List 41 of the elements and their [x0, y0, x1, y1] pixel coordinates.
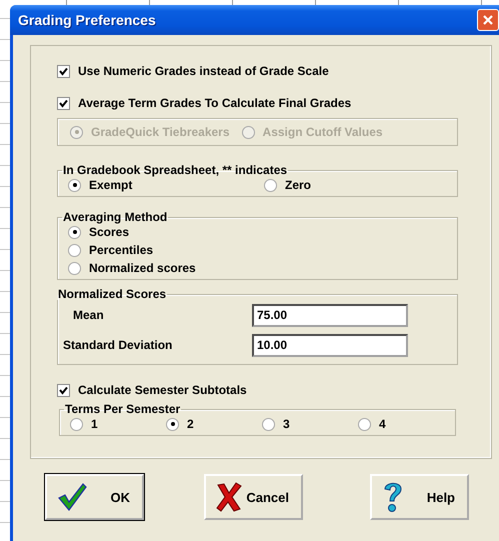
radio-option[interactable]: Normalized scores: [68, 259, 447, 277]
close-button[interactable]: [477, 9, 499, 31]
checkbox[interactable]: [57, 384, 70, 396]
ok-button[interactable]: OK: [45, 474, 144, 520]
radio-circle[interactable]: [166, 418, 179, 430]
radio-circle[interactable]: [68, 262, 81, 274]
radio-circle[interactable]: [264, 178, 277, 192]
checkbox[interactable]: [57, 64, 70, 78]
group-title: Averaging Method: [62, 211, 168, 223]
window-title: Grading Preferences: [18, 12, 156, 28]
group-title: In Gradebook Spreadsheet, ** indicates: [62, 164, 288, 176]
group-title: Normalized Scores: [57, 288, 168, 300]
help-button[interactable]: Help: [370, 474, 469, 520]
radio-circle[interactable]: [68, 244, 81, 256]
radio-circle[interactable]: [68, 178, 81, 192]
close-icon: [482, 14, 494, 26]
checkbox-option[interactable]: Average Term Grades To Calculate Final Grades: [57, 94, 491, 112]
question-mark-icon: [382, 480, 404, 514]
checkbox[interactable]: [57, 96, 70, 110]
radio-option[interactable]: Zero: [264, 176, 312, 194]
checkbox-option[interactable]: Use Numeric Grades instead of Grade Scale: [57, 62, 491, 80]
radio-circle[interactable]: [358, 418, 371, 430]
radio-option[interactable]: 4: [358, 415, 386, 433]
radio-option[interactable]: 2: [166, 415, 262, 433]
group-title: Terms Per Semester: [64, 403, 182, 415]
radio-option[interactable]: Scores: [68, 223, 447, 241]
cancel-button[interactable]: Cancel: [204, 474, 303, 520]
field-label: Standard Deviation: [63, 338, 174, 352]
check-icon: [57, 482, 87, 512]
number-field[interactable]: 10.00: [252, 334, 408, 356]
field-label: Mean: [72, 308, 105, 322]
number-field[interactable]: 75.00: [252, 304, 408, 326]
x-icon: [216, 482, 242, 512]
radio-circle[interactable]: [262, 418, 275, 430]
radio-option[interactable]: Percentiles: [68, 241, 447, 259]
checkbox-option[interactable]: Calculate Semester Subtotals: [57, 381, 491, 399]
radio-circle[interactable]: [68, 226, 81, 238]
radio-option[interactable]: 3: [262, 415, 358, 433]
radio-circle[interactable]: [70, 418, 83, 430]
radio-option[interactable]: Exempt: [68, 176, 264, 194]
radio-option[interactable]: 1: [70, 415, 166, 433]
